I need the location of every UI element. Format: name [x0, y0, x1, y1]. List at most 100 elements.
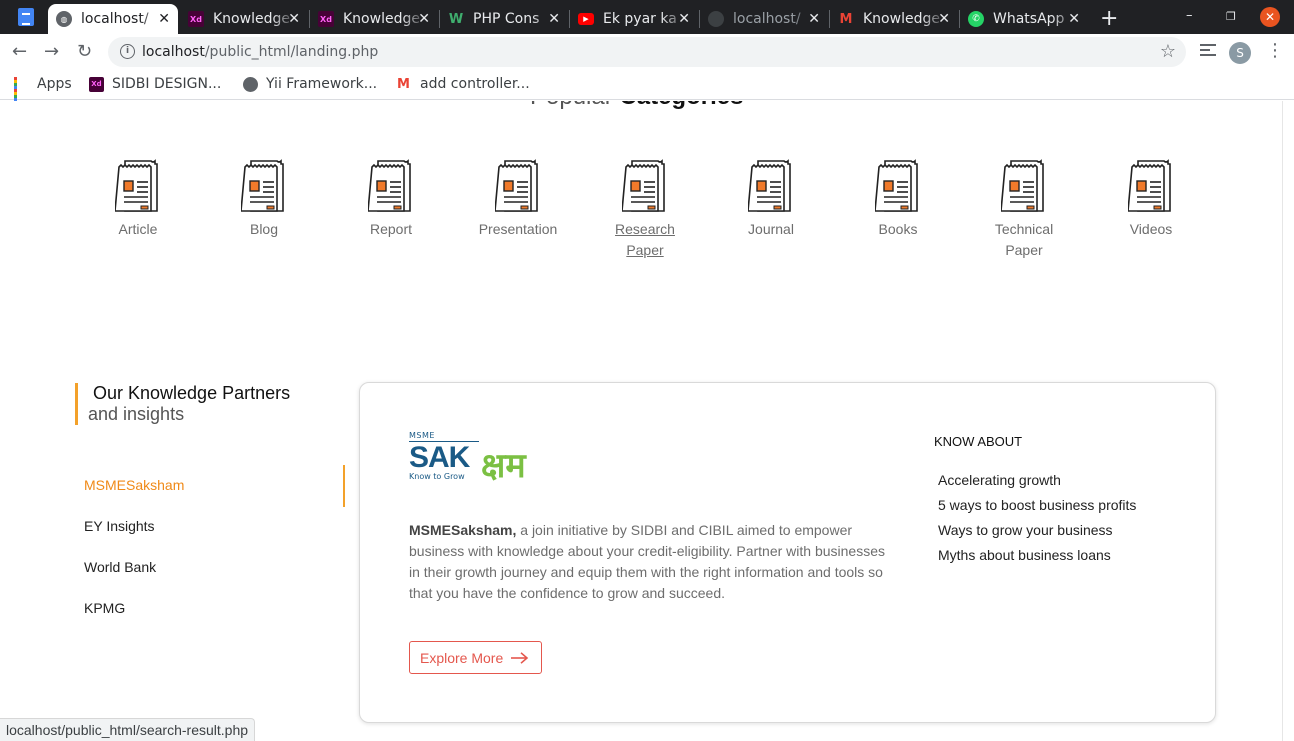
- category-label: Report: [369, 221, 413, 237]
- link-status-bar: localhost/public_html/search-result.php: [0, 718, 256, 741]
- new-tab-button[interactable]: +: [1100, 6, 1118, 31]
- profile-avatar[interactable]: S: [1229, 42, 1251, 64]
- category-report[interactable]: Report: [336, 159, 446, 240]
- description-brand: MSMESaksham,: [409, 522, 517, 538]
- devanagari-logo-mark: क्षम: [481, 446, 527, 486]
- adobe-xd-icon: Xd: [318, 11, 334, 27]
- bookmark-star-icon[interactable]: ☆: [1160, 41, 1176, 62]
- bookmarks-bar: Apps Xd SIDBI DESIGN... Yii Framework...…: [0, 70, 1294, 104]
- document-icon: [622, 159, 665, 212]
- more-menu-icon[interactable]: ⋮: [1266, 40, 1284, 61]
- document-icon: [1001, 159, 1044, 212]
- close-icon[interactable]: ✕: [288, 11, 300, 27]
- category-label: Technical Paper: [994, 221, 1054, 258]
- forward-arrow-icon[interactable]: →: [44, 41, 59, 62]
- close-icon[interactable]: ✕: [548, 11, 560, 27]
- close-icon[interactable]: ✕: [158, 11, 170, 27]
- tab-knowledge-xd-1[interactable]: Xd Knowledge ✕: [180, 4, 308, 34]
- bookmark-label: add controller...: [420, 76, 530, 92]
- know-about-link-grow-business[interactable]: Ways to grow your business: [938, 522, 1113, 538]
- category-blog[interactable]: Blog: [209, 159, 319, 240]
- category-label: Blog: [249, 221, 279, 237]
- close-icon[interactable]: ✕: [418, 11, 430, 27]
- close-icon[interactable]: ✕: [938, 11, 950, 27]
- category-journal[interactable]: Journal: [716, 159, 826, 240]
- google-docs-icon[interactable]: [18, 8, 34, 26]
- tab-php-cons[interactable]: W PHP Cons ✕: [440, 4, 568, 34]
- tab-label: Knowledge: [213, 11, 290, 27]
- category-presentation[interactable]: Presentation: [463, 159, 573, 240]
- globe-icon: [708, 11, 724, 27]
- close-icon[interactable]: ✕: [678, 11, 690, 27]
- close-icon[interactable]: ✕: [1068, 11, 1080, 27]
- category-books[interactable]: Books: [843, 159, 953, 240]
- popular-categories-title: Popular Categories: [530, 101, 743, 111]
- partners-heading: Our Knowledge Partners and insights: [75, 383, 290, 425]
- back-arrow-icon[interactable]: ←: [12, 41, 27, 62]
- partner-item-msmesaksham[interactable]: MSMESaksham: [84, 477, 184, 493]
- know-about-link-accelerating-growth[interactable]: Accelerating growth: [938, 472, 1061, 488]
- category-label: Article: [118, 221, 158, 237]
- media-queue-icon[interactable]: [1200, 44, 1216, 56]
- partner-item-kpmg[interactable]: KPMG: [84, 600, 125, 616]
- logo-top-text: MSME: [409, 431, 435, 440]
- category-label: Research Paper: [615, 221, 675, 258]
- title-light: Popular: [530, 101, 619, 110]
- bookmark-apps[interactable]: Apps: [14, 76, 72, 104]
- partner-item-world-bank[interactable]: World Bank: [84, 559, 156, 575]
- tab-label: localhost/: [733, 11, 801, 27]
- partner-card: MSME SAK Know to Grow क्षम MSMESaksham, …: [359, 382, 1216, 723]
- partners-heading-line1: Our Knowledge Partners: [93, 383, 291, 403]
- minimize-button[interactable]: –: [1186, 8, 1193, 23]
- tab-whatsapp[interactable]: ✆ WhatsApp ✕: [960, 4, 1088, 34]
- info-icon[interactable]: i: [120, 44, 135, 59]
- bookmark-yii-framework[interactable]: Yii Framework...: [243, 76, 377, 92]
- document-icon: [115, 159, 158, 212]
- w-icon: W: [448, 11, 464, 27]
- tab-knowledge-xd-2[interactable]: Xd Knowledge ✕: [310, 4, 438, 34]
- know-about-title: KNOW ABOUT: [934, 434, 1023, 449]
- explore-more-button[interactable]: Explore More: [409, 641, 542, 674]
- know-about-link-loan-myths[interactable]: Myths about business loans: [938, 547, 1111, 563]
- window-close-button[interactable]: ✕: [1260, 7, 1280, 27]
- adobe-xd-icon: Xd: [89, 76, 104, 92]
- address-bar[interactable]: i localhost/public_html/landing.php ☆: [108, 37, 1186, 67]
- tab-label: Knowledge: [863, 11, 940, 27]
- document-icon: [875, 159, 918, 212]
- active-partner-indicator: [343, 465, 345, 507]
- page-scrollbar[interactable]: [1282, 101, 1294, 741]
- browser-toolbar: ← → ↻ i localhost/public_html/landing.ph…: [0, 34, 1294, 70]
- url-text[interactable]: localhost/public_html/landing.php: [142, 44, 378, 60]
- adobe-xd-icon: Xd: [188, 11, 204, 27]
- url-host: localhost: [142, 44, 205, 60]
- reload-icon[interactable]: ↻: [77, 41, 92, 62]
- tab-label: WhatsApp: [993, 11, 1065, 27]
- document-icon: [368, 159, 411, 212]
- tab-localhost-2[interactable]: localhost/ ✕: [700, 4, 828, 34]
- category-technical-paper[interactable]: Technical Paper: [969, 159, 1079, 261]
- tab-label: PHP Cons: [473, 11, 540, 27]
- tab-localhost-landing[interactable]: ◍ localhost/ ✕: [48, 4, 178, 34]
- bookmark-label: Apps: [37, 76, 72, 92]
- whatsapp-icon: ✆: [968, 11, 984, 27]
- know-about-link-boost-profits[interactable]: 5 ways to boost business profits: [938, 497, 1136, 513]
- category-label: Books: [878, 221, 918, 237]
- category-videos[interactable]: Videos: [1096, 159, 1206, 240]
- document-icon: [495, 159, 538, 212]
- tab-youtube[interactable]: ▶ Ek pyar ka ✕: [570, 4, 698, 34]
- category-article[interactable]: Article: [83, 159, 193, 240]
- url-path: /public_html/landing.php: [204, 44, 379, 60]
- close-icon[interactable]: ✕: [808, 11, 820, 27]
- document-icon: [241, 159, 284, 212]
- page-viewport: Popular Categories Article Blog: [0, 101, 1294, 741]
- arrow-right-icon: [511, 651, 529, 664]
- bookmark-add-controller[interactable]: M add controller...: [397, 76, 530, 92]
- msme-saksham-logo: MSME SAK Know to Grow क्षम: [409, 431, 527, 486]
- gmail-icon: M: [838, 11, 854, 27]
- tab-gmail-knowledge[interactable]: M Knowledge ✕: [830, 4, 958, 34]
- tab-label: Knowledge: [343, 11, 420, 27]
- restore-button[interactable]: ❐: [1226, 10, 1236, 23]
- category-research-paper[interactable]: Research Paper: [590, 159, 700, 261]
- bookmark-sidbi-design[interactable]: Xd SIDBI DESIGN...: [89, 76, 221, 92]
- partner-item-ey-insights[interactable]: EY Insights: [84, 518, 155, 534]
